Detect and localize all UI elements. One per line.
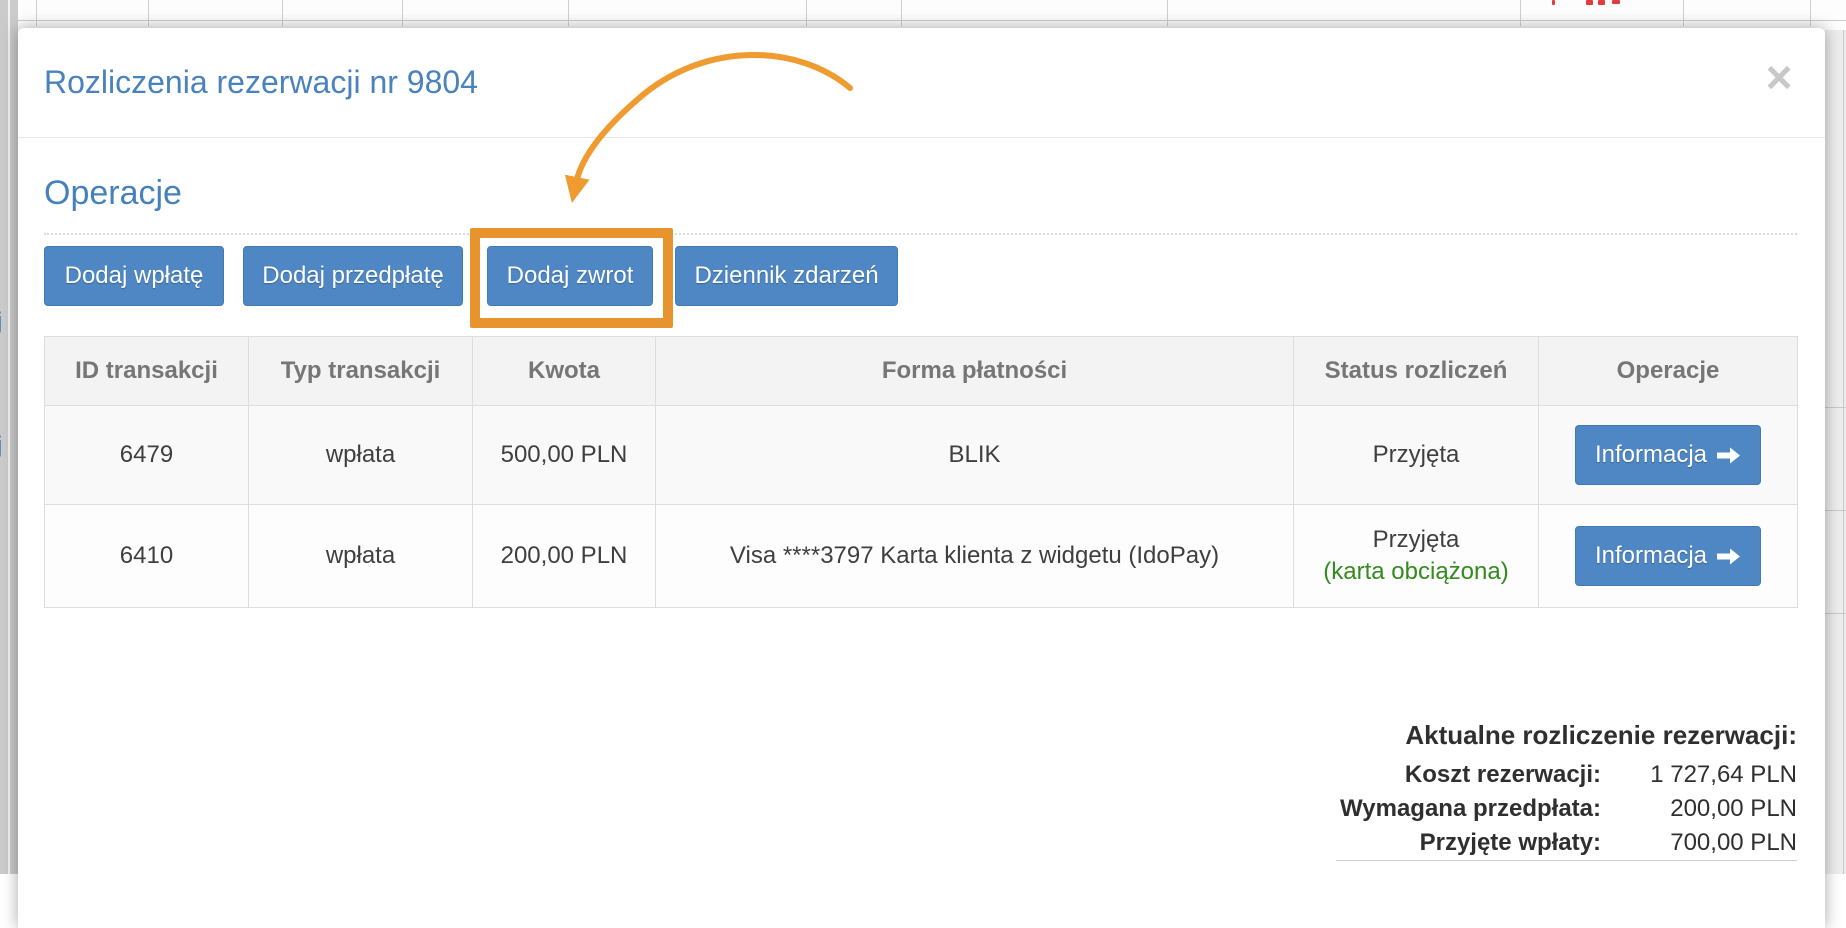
bg-grid-line [1825,613,1846,614]
dziennik-zdarzen-button[interactable]: Dziennik zdarzeń [675,246,898,306]
red-text-fragment [1552,0,1555,5]
cell-status: Przyjęta [1294,406,1539,505]
col-header-payment: Forma płatności [656,337,1294,406]
col-header-amount: Kwota [473,337,656,406]
arrow-right-icon [1717,447,1741,464]
informacja-button-label: Informacja [1595,542,1707,570]
bg-grid-line [1810,0,1811,26]
orange-annotation-arrow [18,28,918,248]
cell-transaction-type: wpłata [249,505,473,608]
summary-value: 200,00 PLN [1601,792,1797,826]
arrow-right-icon [1717,548,1741,565]
background-link-fragment: j [0,434,2,458]
modal-title: Rozliczenia rezerwacji nr 9804 [44,63,478,101]
summary-label: Koszt rezerwacji: [1336,758,1601,792]
background-link-fragment: j [0,310,2,334]
red-text-fragment [1586,0,1593,5]
cell-transaction-type: wpłata [249,406,473,505]
bg-grid-line [1843,30,1844,874]
close-icon[interactable]: × [1756,54,1802,102]
summary-row: Wymagana przedpłata: 200,00 PLN [1336,792,1797,826]
background-left-strip: j j [0,0,18,874]
bg-grid-line [282,0,283,26]
bg-grid-line [1520,0,1521,26]
cell-payment-method: Visa ****3797 Karta klienta z widgetu (I… [656,505,1294,608]
bg-grid-line [402,0,403,26]
cell-status: Przyjęta (karta obciążona) [1294,505,1539,608]
cell-transaction-id: 6479 [45,406,249,505]
dotted-divider [44,233,1797,235]
dodaj-wplate-button[interactable]: Dodaj wpłatę [44,246,224,306]
transactions-table: ID transakcji Typ transakcji Kwota Forma… [44,336,1798,608]
bg-grid-line [36,0,37,26]
red-text-fragment [1598,0,1605,5]
summary-title: Aktualne rozliczenie rezerwacji: [1336,716,1797,754]
summary-row: Koszt rezerwacji: 1 727,64 PLN [1336,758,1797,792]
status-note: (karta obciążona) [1300,558,1532,586]
background-table-top [18,0,1846,30]
bg-grid-line [1825,510,1846,511]
col-header-type: Typ transakcji [249,337,473,406]
col-header-status: Status rozliczeń [1294,337,1539,406]
cell-amount: 500,00 PLN [473,406,656,505]
bg-grid-line [18,20,1846,21]
table-row: 6410 wpłata 200,00 PLN Visa ****3797 Kar… [45,505,1798,608]
bg-grid-line [806,0,807,26]
summary-value: 1 727,64 PLN [1601,758,1797,792]
settlement-modal: Rozliczenia rezerwacji nr 9804 × Operacj… [18,28,1825,928]
summary-label: Przyjęte wpłaty: [1336,826,1601,860]
table-header-row: ID transakcji Typ transakcji Kwota Forma… [45,337,1798,406]
bg-grid-line [1167,0,1168,26]
bg-grid-line [1825,407,1846,408]
cell-payment-method: BLIK [656,406,1294,505]
cell-transaction-id: 6410 [45,505,249,608]
bg-grid-line [901,0,902,26]
section-heading-operacje: Operacje [44,173,182,213]
bg-grid-line [148,0,149,26]
informacja-button[interactable]: Informacja [1575,425,1761,485]
background-right-strip [1825,30,1846,874]
cell-operations: Informacja [1539,406,1798,505]
col-header-operations: Operacje [1539,337,1798,406]
informacja-button[interactable]: Informacja [1575,526,1761,586]
bg-grid-line [568,0,569,26]
col-header-id: ID transakcji [45,337,249,406]
table-row: 6479 wpłata 500,00 PLN BLIK Przyjęta Inf… [45,406,1798,505]
summary-rows: Koszt rezerwacji: 1 727,64 PLN Wymagana … [1336,758,1797,861]
bg-grid-line [8,0,10,874]
dodaj-przedplate-button[interactable]: Dodaj przedpłatę [243,246,463,306]
summary-label: Wymagana przedpłata: [1336,792,1601,826]
divider [18,137,1825,138]
settlement-summary: Aktualne rozliczenie rezerwacji: Koszt r… [1336,716,1797,861]
status-text: Przyjęta [1300,526,1532,554]
status-text: Przyjęta [1300,441,1532,469]
summary-row: Przyjęte wpłaty: 700,00 PLN [1336,826,1797,860]
cell-amount: 200,00 PLN [473,505,656,608]
cell-operations: Informacja [1539,505,1798,608]
red-text-fragment [1612,0,1620,4]
summary-value: 700,00 PLN [1601,826,1797,860]
bg-grid-line [1683,0,1684,26]
dodaj-zwrot-button[interactable]: Dodaj zwrot [487,246,653,306]
informacja-button-label: Informacja [1595,441,1707,469]
